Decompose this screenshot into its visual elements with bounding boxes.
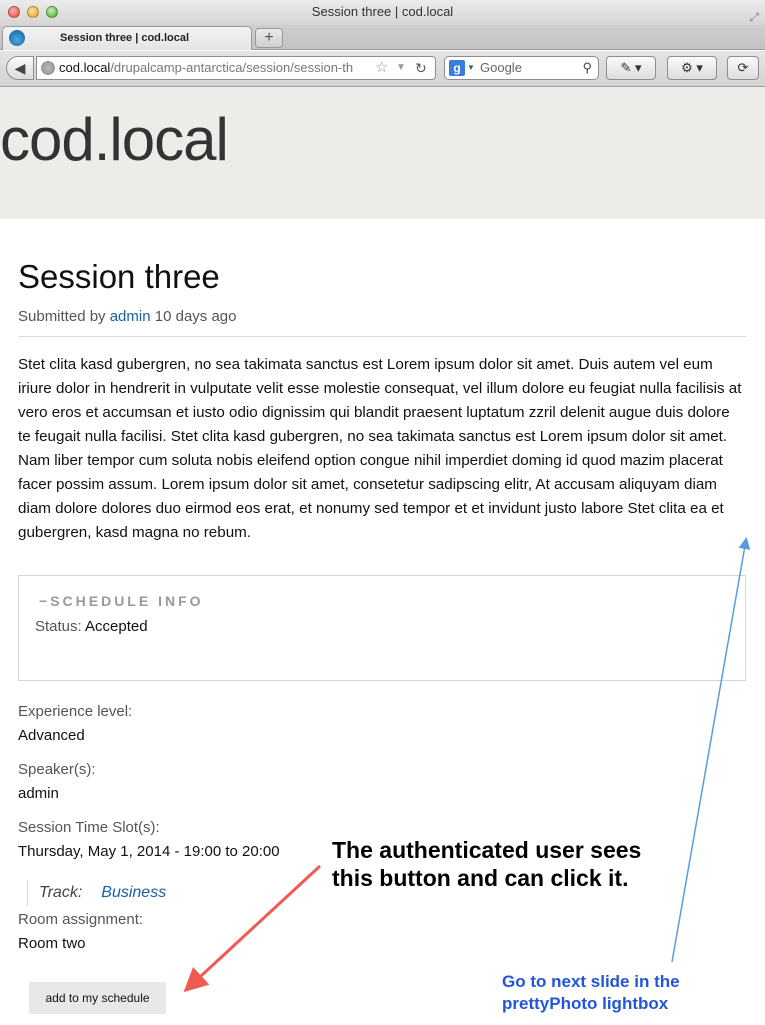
chevron-down-icon: ▾ xyxy=(635,60,642,75)
sync-icon: ⟳ xyxy=(737,60,749,75)
annotation-note: The authenticated user sees this button … xyxy=(332,836,641,892)
speakers-label: Speaker(s): xyxy=(18,761,96,778)
chevron-down-icon: ▾ xyxy=(696,60,703,75)
status-field: Status: Accepted xyxy=(35,618,148,635)
url-path: /drupalcamp-antarctica/session/session-t… xyxy=(110,60,354,75)
author-link[interactable]: admin xyxy=(110,308,151,325)
annotation-next-slide: Go to next slide in the prettyPhoto ligh… xyxy=(502,971,680,1015)
search-input[interactable]: Google xyxy=(480,57,522,79)
experience-label: Experience level: xyxy=(18,703,133,720)
addon-menu-button[interactable]: ✎ ▾ xyxy=(606,56,656,80)
annotation-note-line2: this button and can click it. xyxy=(332,865,629,891)
status-value: Accepted xyxy=(85,618,148,635)
site-header: cod.local xyxy=(0,87,765,219)
tab-bar: Session three | cod.local + xyxy=(0,25,765,50)
zoom-window-button[interactable] xyxy=(46,6,58,18)
globe-icon xyxy=(41,61,55,75)
new-tab-button[interactable]: + xyxy=(255,28,283,48)
url-text: cod.local/drupalcamp-antarctica/session/… xyxy=(59,57,381,79)
browser-toolbar: ◀ cod.local/drupalcamp-antarctica/sessio… xyxy=(0,51,765,87)
annotation-note-line1: The authenticated user sees xyxy=(332,837,642,863)
session-body: Stet clita kasd gubergren, no sea takima… xyxy=(18,356,742,541)
track-field: Track: Business xyxy=(27,880,166,906)
window-titlebar: Session three | cod.local ⤢ xyxy=(0,0,765,25)
puzzle-icon: ✎ xyxy=(620,60,632,75)
schedule-info-fieldset: −SCHEDULE INFO Status: Accepted xyxy=(18,575,746,681)
magnifier-icon[interactable]: ⚲ xyxy=(582,57,592,79)
experience-value: Advanced xyxy=(18,727,85,744)
annotation-next-line2: prettyPhoto lightbox xyxy=(502,994,669,1013)
divider xyxy=(18,336,746,337)
search-engine-dropdown-icon[interactable]: ▼ xyxy=(467,57,475,79)
gear-icon: ⚙ xyxy=(681,60,693,75)
add-to-schedule-button[interactable]: add to my schedule xyxy=(29,982,166,1014)
tab-title: Session three | cod.local xyxy=(60,32,190,44)
collapse-icon: − xyxy=(39,593,51,609)
address-bar[interactable]: cod.local/drupalcamp-antarctica/session/… xyxy=(36,56,436,80)
timeslot-label: Session Time Slot(s): xyxy=(18,819,160,836)
annotation-next-line1: Go to next slide in the xyxy=(502,972,680,991)
submitted-info: Submitted by admin 10 days ago xyxy=(18,308,236,325)
schedule-info-toggle[interactable]: −SCHEDULE INFO xyxy=(39,593,204,609)
minimize-window-button[interactable] xyxy=(27,6,39,18)
history-dropdown-icon[interactable]: ▼ xyxy=(396,57,406,79)
bookmark-star-icon[interactable]: ☆ xyxy=(375,57,388,79)
submitted-date: 10 days ago xyxy=(154,308,237,325)
reload-icon[interactable]: ↻ xyxy=(415,57,427,79)
schedule-info-legend: SCHEDULE INFO xyxy=(50,593,204,609)
drupal-favicon-icon xyxy=(9,30,25,46)
track-label: Track: xyxy=(39,884,83,901)
window-title: Session three | cod.local xyxy=(311,4,454,19)
timeslot-value: Thursday, May 1, 2014 - 19:00 to 20:00 xyxy=(18,843,280,860)
settings-menu-button[interactable]: ⚙ ▾ xyxy=(667,56,717,80)
google-icon[interactable]: g xyxy=(449,60,465,76)
close-window-button[interactable] xyxy=(8,6,20,18)
search-bar[interactable]: g ▼ Google ⚲ xyxy=(444,56,599,80)
page-title: Session three xyxy=(18,258,220,295)
track-link[interactable]: Business xyxy=(101,884,166,901)
submitted-prefix: Submitted by xyxy=(18,308,106,325)
room-value: Room two xyxy=(18,935,86,952)
room-label: Room assignment: xyxy=(18,911,144,928)
url-host: cod.local xyxy=(59,60,111,75)
red-arrow xyxy=(183,864,322,993)
back-button[interactable]: ◀ xyxy=(6,56,34,80)
site-name[interactable]: cod.local xyxy=(0,105,229,174)
sync-button[interactable]: ⟳ xyxy=(727,56,759,80)
speakers-value: admin xyxy=(18,785,59,802)
tab-session-three[interactable]: Session three | cod.local xyxy=(2,26,252,50)
status-label: Status: xyxy=(35,618,82,635)
